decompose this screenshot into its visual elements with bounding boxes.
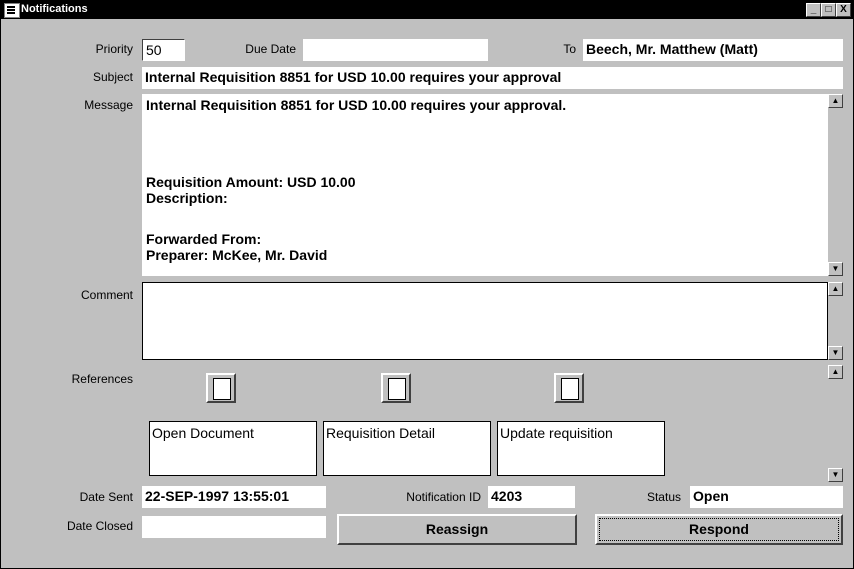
scroll-down-arrow-icon[interactable]: ▼ — [828, 262, 843, 276]
message-line: Forwarded From: — [146, 231, 262, 247]
scroll-up-arrow-icon[interactable]: ▲ — [828, 282, 843, 296]
due-date-field[interactable] — [303, 39, 488, 61]
reassign-button[interactable]: Reassign — [337, 514, 577, 545]
to-label: To — [563, 42, 576, 56]
date-closed-label: Date Closed — [66, 519, 133, 533]
subject-field[interactable]: Internal Requisition 8851 for USD 10.00 … — [142, 67, 843, 89]
scroll-up-arrow-icon[interactable]: ▲ — [828, 365, 843, 379]
close-button[interactable]: X — [836, 3, 851, 17]
to-field[interactable]: Beech, Mr. Matthew (Matt) — [583, 39, 843, 61]
reference-update-requisition[interactable]: Update requisition — [497, 421, 665, 476]
date-closed-field[interactable] — [142, 516, 326, 538]
references-scrollbar[interactable]: ▲ ▼ — [828, 365, 843, 482]
scroll-up-arrow-icon[interactable]: ▲ — [828, 94, 843, 108]
subject-label: Subject — [92, 70, 133, 84]
priority-field[interactable]: 50 — [142, 39, 185, 61]
message-label: Message — [84, 98, 133, 112]
notification-id-field[interactable]: 4203 — [488, 486, 575, 508]
requisition-form-icon[interactable] — [381, 373, 411, 403]
message-textarea[interactable]: Internal Requisition 8851 for USD 10.00 … — [142, 94, 828, 276]
references-label: References — [71, 372, 133, 386]
app-icon — [4, 3, 20, 18]
message-line: Internal Requisition 8851 for USD 10.00 … — [146, 97, 567, 113]
maximize-button[interactable]: □ — [821, 3, 836, 17]
message-line: Description: — [146, 190, 228, 206]
scroll-down-arrow-icon[interactable]: ▼ — [828, 346, 843, 360]
message-line: Preparer: McKee, Mr. David — [146, 247, 328, 263]
notifications-window: Notifications _ □ X Priority 50 Due Date… — [0, 0, 854, 569]
references-panel: Open Document Requisition Detail Update … — [142, 365, 828, 482]
reference-requisition-detail[interactable]: Requisition Detail — [323, 421, 491, 476]
notification-id-label: Notification ID — [406, 490, 481, 504]
minimize-button[interactable]: _ — [806, 3, 821, 17]
status-field[interactable]: Open — [690, 486, 843, 508]
document-outline-icon[interactable] — [206, 373, 236, 403]
date-sent-label: Date Sent — [79, 490, 133, 504]
message-line: Requisition Amount: USD 10.00 — [146, 174, 356, 190]
reference-open-document[interactable]: Open Document — [149, 421, 317, 476]
window-title: Notifications — [21, 3, 88, 15]
due-date-label: Due Date — [245, 42, 296, 56]
comment-label: Comment — [80, 288, 133, 302]
priority-label: Priority — [95, 42, 133, 56]
status-label: Status — [646, 490, 681, 504]
comment-scrollbar[interactable]: ▲ ▼ — [828, 282, 843, 360]
respond-button[interactable]: Respond — [595, 514, 843, 545]
scroll-down-arrow-icon[interactable]: ▼ — [828, 468, 843, 482]
message-scrollbar[interactable]: ▲ ▼ — [828, 94, 843, 276]
requisition-form-icon[interactable] — [554, 373, 584, 403]
comment-textarea[interactable] — [142, 282, 828, 360]
title-bar[interactable]: Notifications _ □ X — [1, 1, 853, 19]
date-sent-field[interactable]: 22-SEP-1997 13:55:01 — [142, 486, 326, 508]
